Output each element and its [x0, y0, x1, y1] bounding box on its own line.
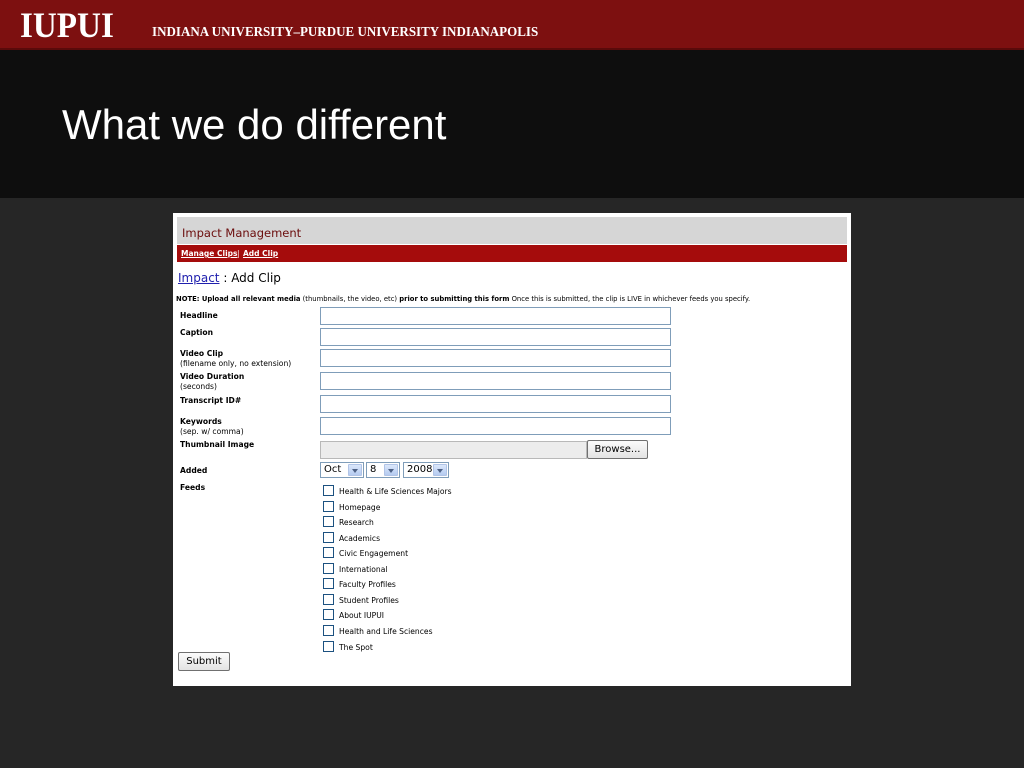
- university-name: INDIANA UNIVERSITY–PURDUE UNIVERSITY IND…: [152, 25, 539, 40]
- video-duration-input[interactable]: [320, 372, 671, 390]
- day-select[interactable]: 8: [366, 462, 400, 478]
- submit-button[interactable]: Submit: [178, 652, 230, 671]
- checkbox[interactable]: [323, 501, 334, 512]
- nav-separator: |: [237, 249, 240, 258]
- day-value: 8: [370, 464, 377, 475]
- feed-label: The Spot: [339, 643, 373, 652]
- checkbox[interactable]: [323, 547, 334, 558]
- caption-label: Caption: [180, 328, 213, 338]
- form-screenshot: Impact Management Manage Clips | Add Cli…: [173, 213, 851, 686]
- checkbox[interactable]: [323, 532, 334, 543]
- app-title: Impact Management: [182, 226, 302, 240]
- keywords-label: Keywords (sep. w/ comma): [180, 417, 244, 437]
- year-select[interactable]: 2008: [403, 462, 449, 478]
- checkbox[interactable]: [323, 563, 334, 574]
- checkbox[interactable]: [323, 594, 334, 605]
- video-clip-hint: (filename only, no extension): [180, 359, 292, 368]
- slide-title: What we do different: [62, 101, 447, 148]
- video-clip-label-text: Video Clip: [180, 349, 224, 358]
- video-duration-label: Video Duration (seconds): [180, 372, 244, 392]
- nav-manage-clips[interactable]: Manage Clips: [181, 249, 237, 258]
- university-banner: IUPUI INDIANA UNIVERSITY–PURDUE UNIVERSI…: [0, 0, 1024, 50]
- chevron-down-icon: [348, 464, 362, 476]
- headline-label-text: Headline: [180, 311, 218, 320]
- feeds-label: Feeds: [180, 483, 205, 493]
- video-duration-hint: (seconds): [180, 382, 217, 391]
- year-value: 2008: [407, 464, 433, 475]
- breadcrumb-current: : Add Clip: [219, 271, 281, 285]
- month-select[interactable]: Oct: [320, 462, 364, 478]
- feed-label: Health & Life Sciences Majors: [339, 487, 452, 496]
- headline-input[interactable]: [320, 307, 671, 325]
- breadcrumb: Impact : Add Clip: [178, 271, 281, 286]
- note-part-3: prior to submitting this form: [399, 295, 510, 303]
- video-clip-input[interactable]: [320, 349, 671, 367]
- headline-label: Headline: [180, 311, 218, 321]
- checkbox[interactable]: [323, 609, 334, 620]
- video-clip-label: Video Clip (filename only, no extension): [180, 349, 291, 369]
- iupui-logo: IUPUI: [20, 5, 114, 45]
- keywords-label-text: Keywords: [180, 417, 222, 426]
- app-nav: Manage Clips | Add Clip: [177, 244, 847, 262]
- chevron-down-icon: [433, 464, 447, 476]
- feed-label: Academics: [339, 534, 381, 543]
- added-label-text: Added: [180, 466, 208, 475]
- checkbox[interactable]: [323, 641, 334, 652]
- chevron-down-icon: [384, 464, 398, 476]
- feed-label: About IUPUI: [339, 611, 385, 620]
- keywords-input[interactable]: [320, 417, 671, 435]
- transcript-id-input[interactable]: [320, 395, 671, 413]
- thumbnail-label-text: Thumbnail Image: [180, 440, 255, 449]
- transcript-id-label-text: Transcript ID#: [180, 396, 242, 405]
- checkbox[interactable]: [323, 578, 334, 589]
- feed-label: Faculty Profiles: [339, 580, 396, 589]
- feed-label: Health and Life Sciences: [339, 627, 433, 636]
- thumbnail-label: Thumbnail Image: [180, 440, 254, 450]
- keywords-hint: (sep. w/ comma): [180, 427, 244, 436]
- upload-note: NOTE: Upload all relevant media (thumbna…: [176, 295, 750, 304]
- note-part-2: (thumbnails, the video, etc): [300, 295, 400, 303]
- app-header: Impact Management: [177, 217, 847, 244]
- browse-button[interactable]: Browse...: [587, 440, 648, 459]
- checkbox[interactable]: [323, 516, 334, 527]
- video-duration-label-text: Video Duration: [180, 372, 245, 381]
- nav-add-clip[interactable]: Add Clip: [243, 249, 278, 258]
- checkbox[interactable]: [323, 625, 334, 636]
- transcript-id-label: Transcript ID#: [180, 396, 241, 406]
- feed-label: International: [339, 565, 388, 574]
- month-value: Oct: [324, 464, 342, 475]
- thumbnail-file-input[interactable]: [320, 441, 587, 459]
- added-label: Added: [180, 466, 207, 476]
- feed-label: Student Profiles: [339, 596, 399, 605]
- feed-label: Homepage: [339, 503, 381, 512]
- note-part-4: Once this is submitted, the clip is LIVE…: [509, 295, 751, 303]
- feed-label: Research: [339, 518, 374, 527]
- feed-label: Civic Engagement: [339, 549, 409, 558]
- feeds-label-text: Feeds: [180, 483, 206, 492]
- breadcrumb-impact-link[interactable]: Impact: [178, 271, 220, 285]
- caption-label-text: Caption: [180, 328, 213, 337]
- checkbox[interactable]: [323, 485, 334, 496]
- caption-input[interactable]: [320, 328, 671, 346]
- note-part-1: NOTE: Upload all relevant media: [176, 295, 301, 303]
